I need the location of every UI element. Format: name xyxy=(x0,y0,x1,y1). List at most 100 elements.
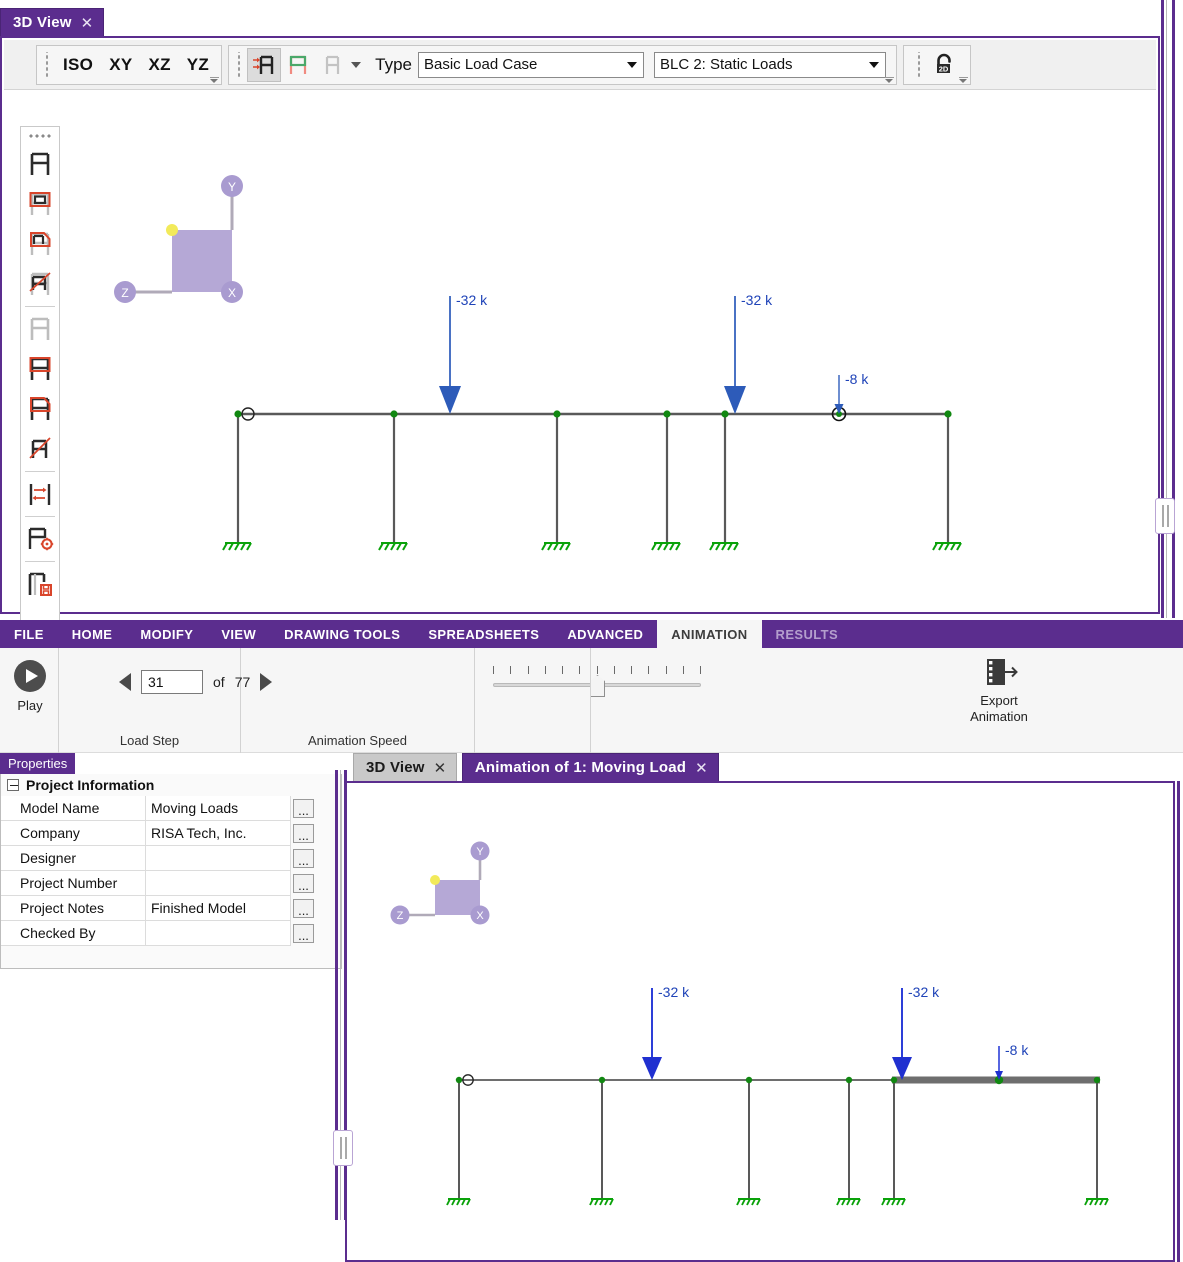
blc-combo[interactable]: BLC 2: Static Loads xyxy=(653,51,886,78)
property-ellipsis-cell: ... xyxy=(291,846,316,871)
close-icon[interactable]: ✕ xyxy=(81,14,94,32)
table-row[interactable]: Checked By ... xyxy=(1,921,341,946)
menu-view[interactable]: VIEW xyxy=(207,620,270,648)
table-row[interactable]: Designer ... xyxy=(1,846,341,871)
play-button[interactable] xyxy=(12,658,48,694)
menu-animation[interactable]: ANIMATION xyxy=(657,620,762,648)
ellipsis-button[interactable]: ... xyxy=(293,924,314,943)
lock-2d-icon[interactable]: 2D xyxy=(927,48,961,82)
select-line-icon[interactable] xyxy=(22,264,58,304)
unselect-polygon-icon[interactable] xyxy=(22,389,58,429)
previous-step-icon[interactable] xyxy=(119,673,131,691)
ellipsis-button[interactable]: ... xyxy=(293,874,314,893)
tab-3d-view-secondary[interactable]: 3D View ✕ xyxy=(353,753,458,781)
load-label-1: -32 k xyxy=(456,292,488,308)
property-value[interactable]: Moving Loads xyxy=(146,796,291,821)
render-wire-icon[interactable] xyxy=(315,48,349,82)
table-row[interactable]: Company RISA Tech, Inc. ... xyxy=(1,821,341,846)
overflow-chevron-icon[interactable] xyxy=(959,77,968,83)
view-iso-button[interactable]: ISO xyxy=(55,55,101,75)
property-value[interactable]: Finished Model xyxy=(146,896,291,921)
menu-file[interactable]: FILE xyxy=(0,620,58,648)
table-row[interactable]: Project Notes Finished Model ... xyxy=(1,896,341,921)
render-outline-icon[interactable] xyxy=(281,48,315,82)
export-animation-button[interactable]: Export Animation xyxy=(959,656,1039,725)
axis-label-z: Z xyxy=(397,910,404,922)
chevron-down-icon[interactable] xyxy=(624,54,641,76)
structure-frame xyxy=(455,1074,1101,1199)
selection-tool-palette xyxy=(20,126,60,636)
top-model-canvas[interactable]: Y X Z -32 k -32 k -8 k xyxy=(64,100,1154,610)
support-symbols xyxy=(222,542,962,551)
properties-body: Project Information Model Name Moving Lo… xyxy=(0,774,342,969)
project-information-group-header[interactable]: Project Information xyxy=(1,774,341,796)
right-splitter-handle[interactable] xyxy=(1155,498,1175,534)
animation-model-canvas[interactable]: Y X Z -32 k -32 k -8 k xyxy=(349,785,1171,1258)
ellipsis-button[interactable]: ... xyxy=(293,899,314,918)
slider-thumb[interactable] xyxy=(590,675,605,697)
load-arrow-3: -8 k xyxy=(834,371,869,414)
axis-label-z: Z xyxy=(121,286,128,300)
axis-orientation-widget[interactable]: Y X Z xyxy=(114,175,243,303)
blc-combo-value: BLC 2: Static Loads xyxy=(659,56,793,73)
ellipsis-button[interactable]: ... xyxy=(293,824,314,843)
overflow-chevron-icon[interactable] xyxy=(210,77,219,83)
property-ellipsis-cell: ... xyxy=(291,871,316,896)
ribbon-group-animation-speed: Animation Speed xyxy=(241,648,701,753)
select-box-icon[interactable] xyxy=(22,184,58,224)
property-value[interactable] xyxy=(146,871,291,896)
tab-3d-view[interactable]: 3D View ✕ xyxy=(0,8,105,36)
export-animation-label-line2: Animation xyxy=(970,709,1028,724)
tab-animation-moving-load[interactable]: Animation of 1: Moving Load ✕ xyxy=(461,753,719,781)
ribbon-group-load-step: 31 of 77 Load Step xyxy=(59,648,273,753)
selection-settings-icon[interactable] xyxy=(22,519,58,559)
chevron-down-icon[interactable] xyxy=(866,54,883,76)
load-step-of-label: of xyxy=(213,674,225,690)
table-row[interactable]: Model Name Moving Loads ... xyxy=(1,796,341,821)
menu-results[interactable]: RESULTS xyxy=(762,620,853,648)
property-value[interactable] xyxy=(146,846,291,871)
right-rail-outer xyxy=(1177,781,1180,1262)
load-step-input[interactable]: 31 xyxy=(141,670,203,694)
menu-modify[interactable]: MODIFY xyxy=(126,620,207,648)
property-value[interactable] xyxy=(146,921,291,946)
unselect-box-icon[interactable] xyxy=(22,349,58,389)
load-type-combo[interactable]: Basic Load Case xyxy=(417,51,644,78)
save-selection-icon[interactable] xyxy=(22,564,58,604)
palette-grip-icon[interactable] xyxy=(28,131,52,141)
table-row[interactable]: Project Number ... xyxy=(1,871,341,896)
close-icon[interactable]: ✕ xyxy=(434,759,447,777)
property-value[interactable]: RISA Tech, Inc. xyxy=(146,821,291,846)
view-xz-button[interactable]: XZ xyxy=(140,55,178,75)
invert-selection-icon[interactable] xyxy=(22,474,58,514)
load-label-2: -32 k xyxy=(908,984,940,1000)
unselect-line-icon[interactable] xyxy=(22,429,58,469)
menu-spreadsheets[interactable]: SPREADSHEETS xyxy=(414,620,553,648)
menu-drawing-tools[interactable]: DRAWING TOOLS xyxy=(270,620,414,648)
select-polygon-icon[interactable] xyxy=(22,224,58,264)
menu-home[interactable]: HOME xyxy=(58,620,127,648)
ellipsis-button[interactable]: ... xyxy=(293,799,314,818)
view-yz-button[interactable]: YZ xyxy=(179,55,217,75)
ribbon-menubar: FILE HOME MODIFY VIEW DRAWING TOOLS SPRE… xyxy=(0,620,1183,648)
load-label-3: -8 k xyxy=(845,371,869,387)
toolbar-grip-icon[interactable] xyxy=(43,51,52,78)
collapse-icon[interactable] xyxy=(7,779,19,791)
toolbar-grip-icon[interactable] xyxy=(235,51,245,78)
close-icon[interactable]: ✕ xyxy=(695,759,708,777)
axis-label-y: Y xyxy=(228,180,236,194)
overflow-chevron-icon[interactable] xyxy=(885,77,894,83)
left-splitter-handle[interactable] xyxy=(333,1130,353,1166)
ellipsis-button[interactable]: ... xyxy=(293,849,314,868)
properties-tab[interactable]: Properties xyxy=(0,753,76,774)
chevron-down-icon[interactable] xyxy=(351,61,362,68)
view-xy-button[interactable]: XY xyxy=(101,55,140,75)
animation-speed-group-title: Animation Speed xyxy=(307,733,407,748)
toolbar-grip-icon[interactable] xyxy=(914,51,924,78)
menu-advanced[interactable]: ADVANCED xyxy=(553,620,657,648)
support-symbols xyxy=(446,1198,1109,1206)
axis-orientation-widget[interactable]: Y X Z xyxy=(390,841,490,925)
draw-members-icon[interactable] xyxy=(22,144,58,184)
unselect-members-icon[interactable] xyxy=(22,309,58,349)
render-solid-icon[interactable] xyxy=(247,47,282,82)
